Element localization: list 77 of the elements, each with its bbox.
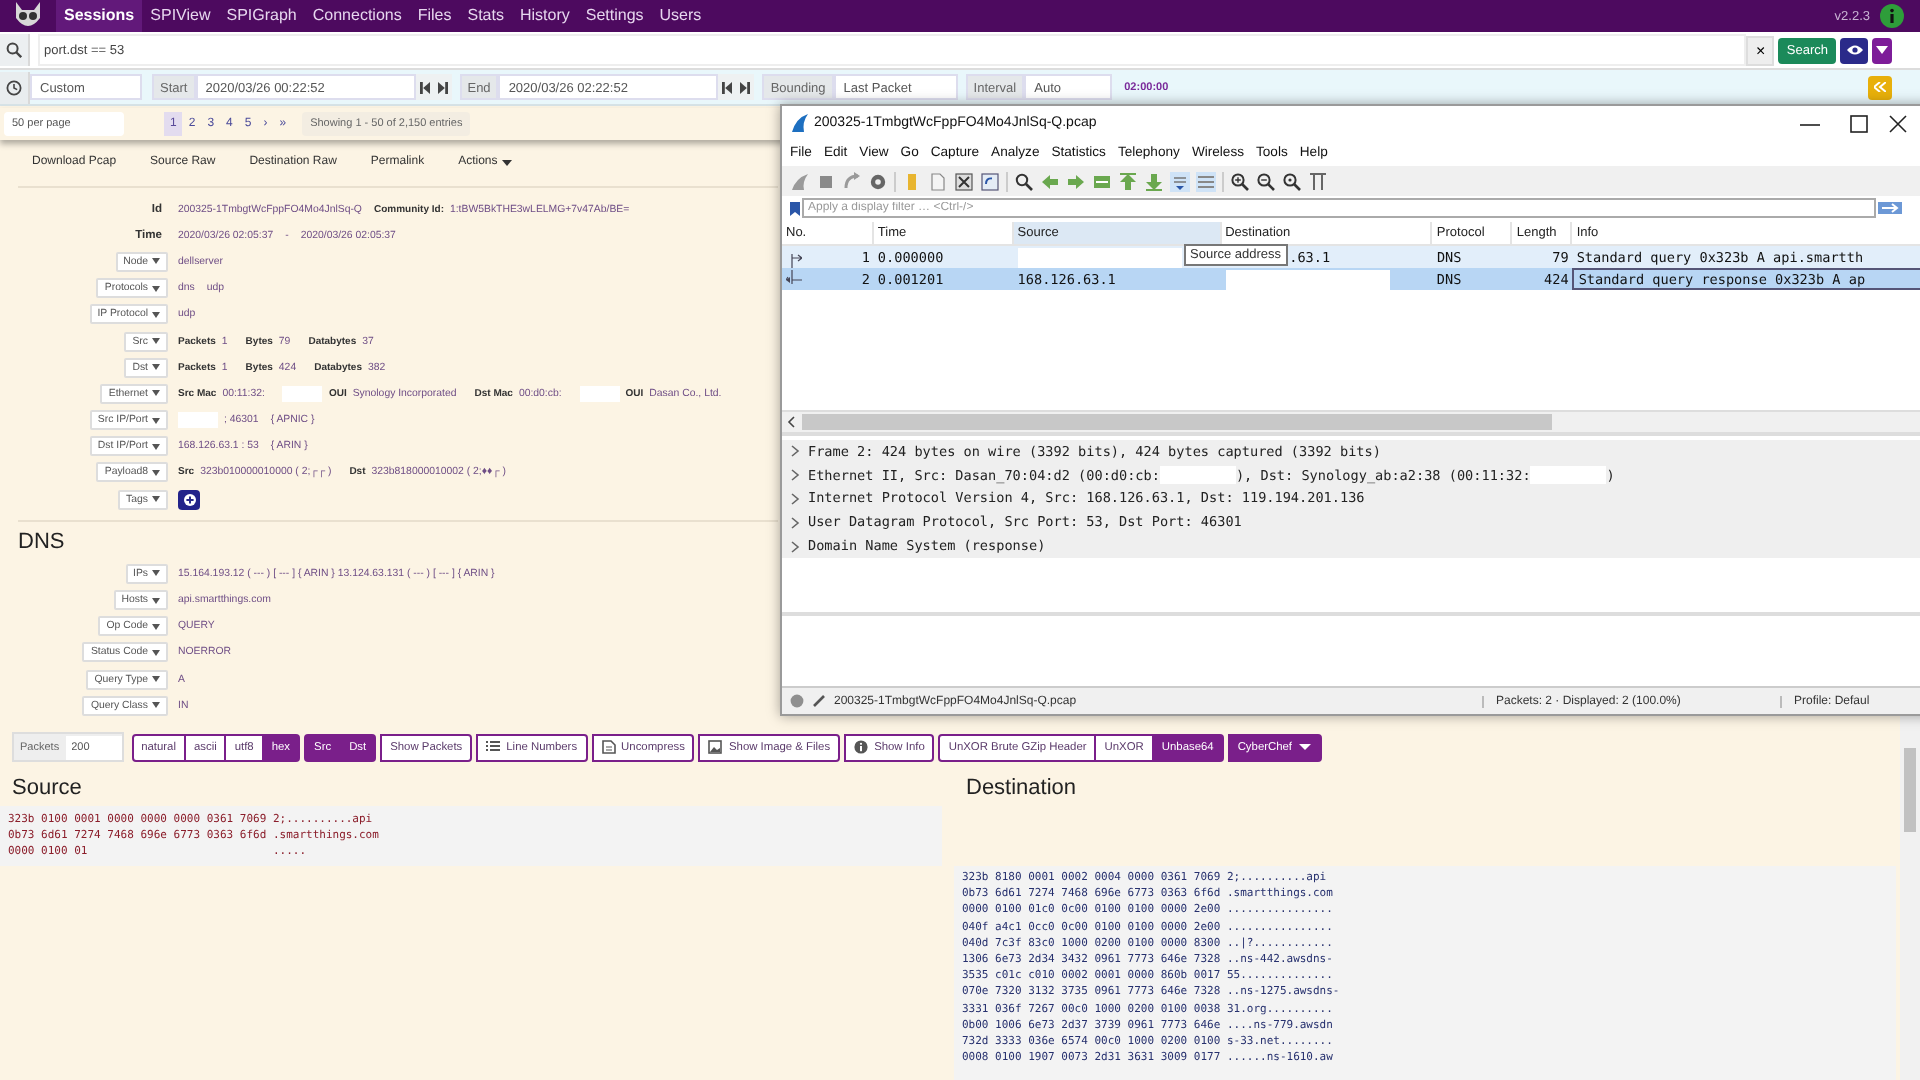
caret-icon bbox=[152, 676, 160, 683]
restart-icon[interactable] bbox=[842, 171, 862, 191]
skip-forward-icon bbox=[437, 81, 448, 93]
nav-link[interactable]: SPIView bbox=[142, 0, 219, 32]
caret-icon bbox=[152, 364, 160, 371]
reload-icon[interactable] bbox=[980, 171, 1000, 191]
caret-icon bbox=[152, 338, 160, 345]
caret-icon bbox=[1876, 46, 1888, 54]
info-icon[interactable] bbox=[1880, 4, 1904, 28]
caret-icon bbox=[152, 702, 160, 709]
close-icon[interactable] bbox=[1888, 113, 1908, 133]
scrollbar[interactable] bbox=[1900, 712, 1920, 1080]
section-heading: DNS bbox=[18, 530, 65, 555]
owl-logo-icon[interactable] bbox=[12, 0, 44, 32]
redaction-block bbox=[178, 412, 218, 429]
caret-icon bbox=[152, 597, 160, 604]
nav-link[interactable]: Settings bbox=[577, 0, 652, 32]
caret-icon bbox=[152, 285, 160, 292]
nav-link[interactable]: Stats bbox=[459, 0, 512, 32]
view-button[interactable] bbox=[1840, 37, 1868, 63]
caret-icon bbox=[152, 570, 160, 577]
skip-back-icon bbox=[419, 81, 430, 93]
zoom-reset-icon[interactable] bbox=[1282, 171, 1302, 191]
pane-heading: Source bbox=[10, 774, 84, 804]
nav-link[interactable]: Files bbox=[409, 0, 460, 32]
eye-icon bbox=[1845, 44, 1863, 56]
scrollbar-thumb[interactable] bbox=[1904, 748, 1916, 832]
skip-button[interactable] bbox=[718, 74, 737, 100]
apply-arrow-icon[interactable] bbox=[1878, 202, 1902, 214]
response-arrow-icon bbox=[786, 269, 802, 289]
close-file-icon[interactable] bbox=[954, 171, 974, 191]
caret-icon bbox=[152, 496, 160, 503]
add-tag-button[interactable] bbox=[178, 489, 200, 510]
caret-icon bbox=[152, 443, 160, 450]
info-icon bbox=[854, 740, 869, 754]
pane-heading: Destination bbox=[964, 774, 1079, 804]
scrollbar-thumb[interactable] bbox=[802, 414, 1552, 430]
resize-columns-icon[interactable] bbox=[1308, 171, 1328, 191]
dropdown-button[interactable] bbox=[1872, 37, 1892, 63]
search-icon[interactable] bbox=[1014, 171, 1034, 191]
clear-button[interactable]: × bbox=[1746, 35, 1775, 65]
caret-icon bbox=[152, 311, 160, 318]
caret-icon bbox=[152, 623, 160, 630]
zoom-out-icon[interactable] bbox=[1256, 171, 1276, 191]
plus-icon bbox=[183, 493, 195, 506]
caret-icon bbox=[501, 159, 512, 165]
search-button[interactable] bbox=[0, 34, 30, 66]
skip-forward-icon bbox=[740, 81, 751, 93]
caret-icon bbox=[152, 469, 160, 476]
nav-link[interactable]: History bbox=[511, 0, 578, 32]
nav-link[interactable]: SPIGraph bbox=[218, 0, 305, 32]
horizontal-scrollbar[interactable] bbox=[782, 410, 1920, 432]
document-icon bbox=[601, 740, 616, 754]
edit-pen-icon[interactable] bbox=[812, 694, 826, 708]
shark-fin-icon bbox=[790, 114, 808, 132]
stop-icon[interactable] bbox=[816, 171, 836, 191]
status-dot-icon[interactable] bbox=[790, 694, 804, 708]
gear-icon[interactable] bbox=[868, 171, 888, 191]
search-icon bbox=[6, 42, 22, 58]
nav-link[interactable]: Users bbox=[651, 0, 710, 32]
caret-icon bbox=[1298, 740, 1313, 754]
zoom-in-icon[interactable] bbox=[1230, 171, 1250, 191]
image-icon bbox=[708, 740, 723, 754]
caret-icon bbox=[152, 417, 160, 424]
double-left-icon bbox=[1874, 82, 1886, 92]
autoscroll-icon[interactable] bbox=[1170, 171, 1190, 191]
caret-icon bbox=[152, 390, 160, 397]
nav-link[interactable]: Sessions bbox=[56, 0, 143, 32]
nav-link[interactable]: Connections bbox=[304, 0, 410, 32]
caret-icon bbox=[152, 258, 160, 265]
clock-icon bbox=[6, 79, 22, 95]
redaction-block bbox=[579, 385, 620, 402]
skip-button[interactable] bbox=[736, 74, 755, 100]
redaction-block bbox=[282, 385, 323, 402]
lines-icon bbox=[486, 740, 501, 754]
skip-back-icon bbox=[722, 81, 733, 93]
caret-icon bbox=[152, 649, 160, 656]
